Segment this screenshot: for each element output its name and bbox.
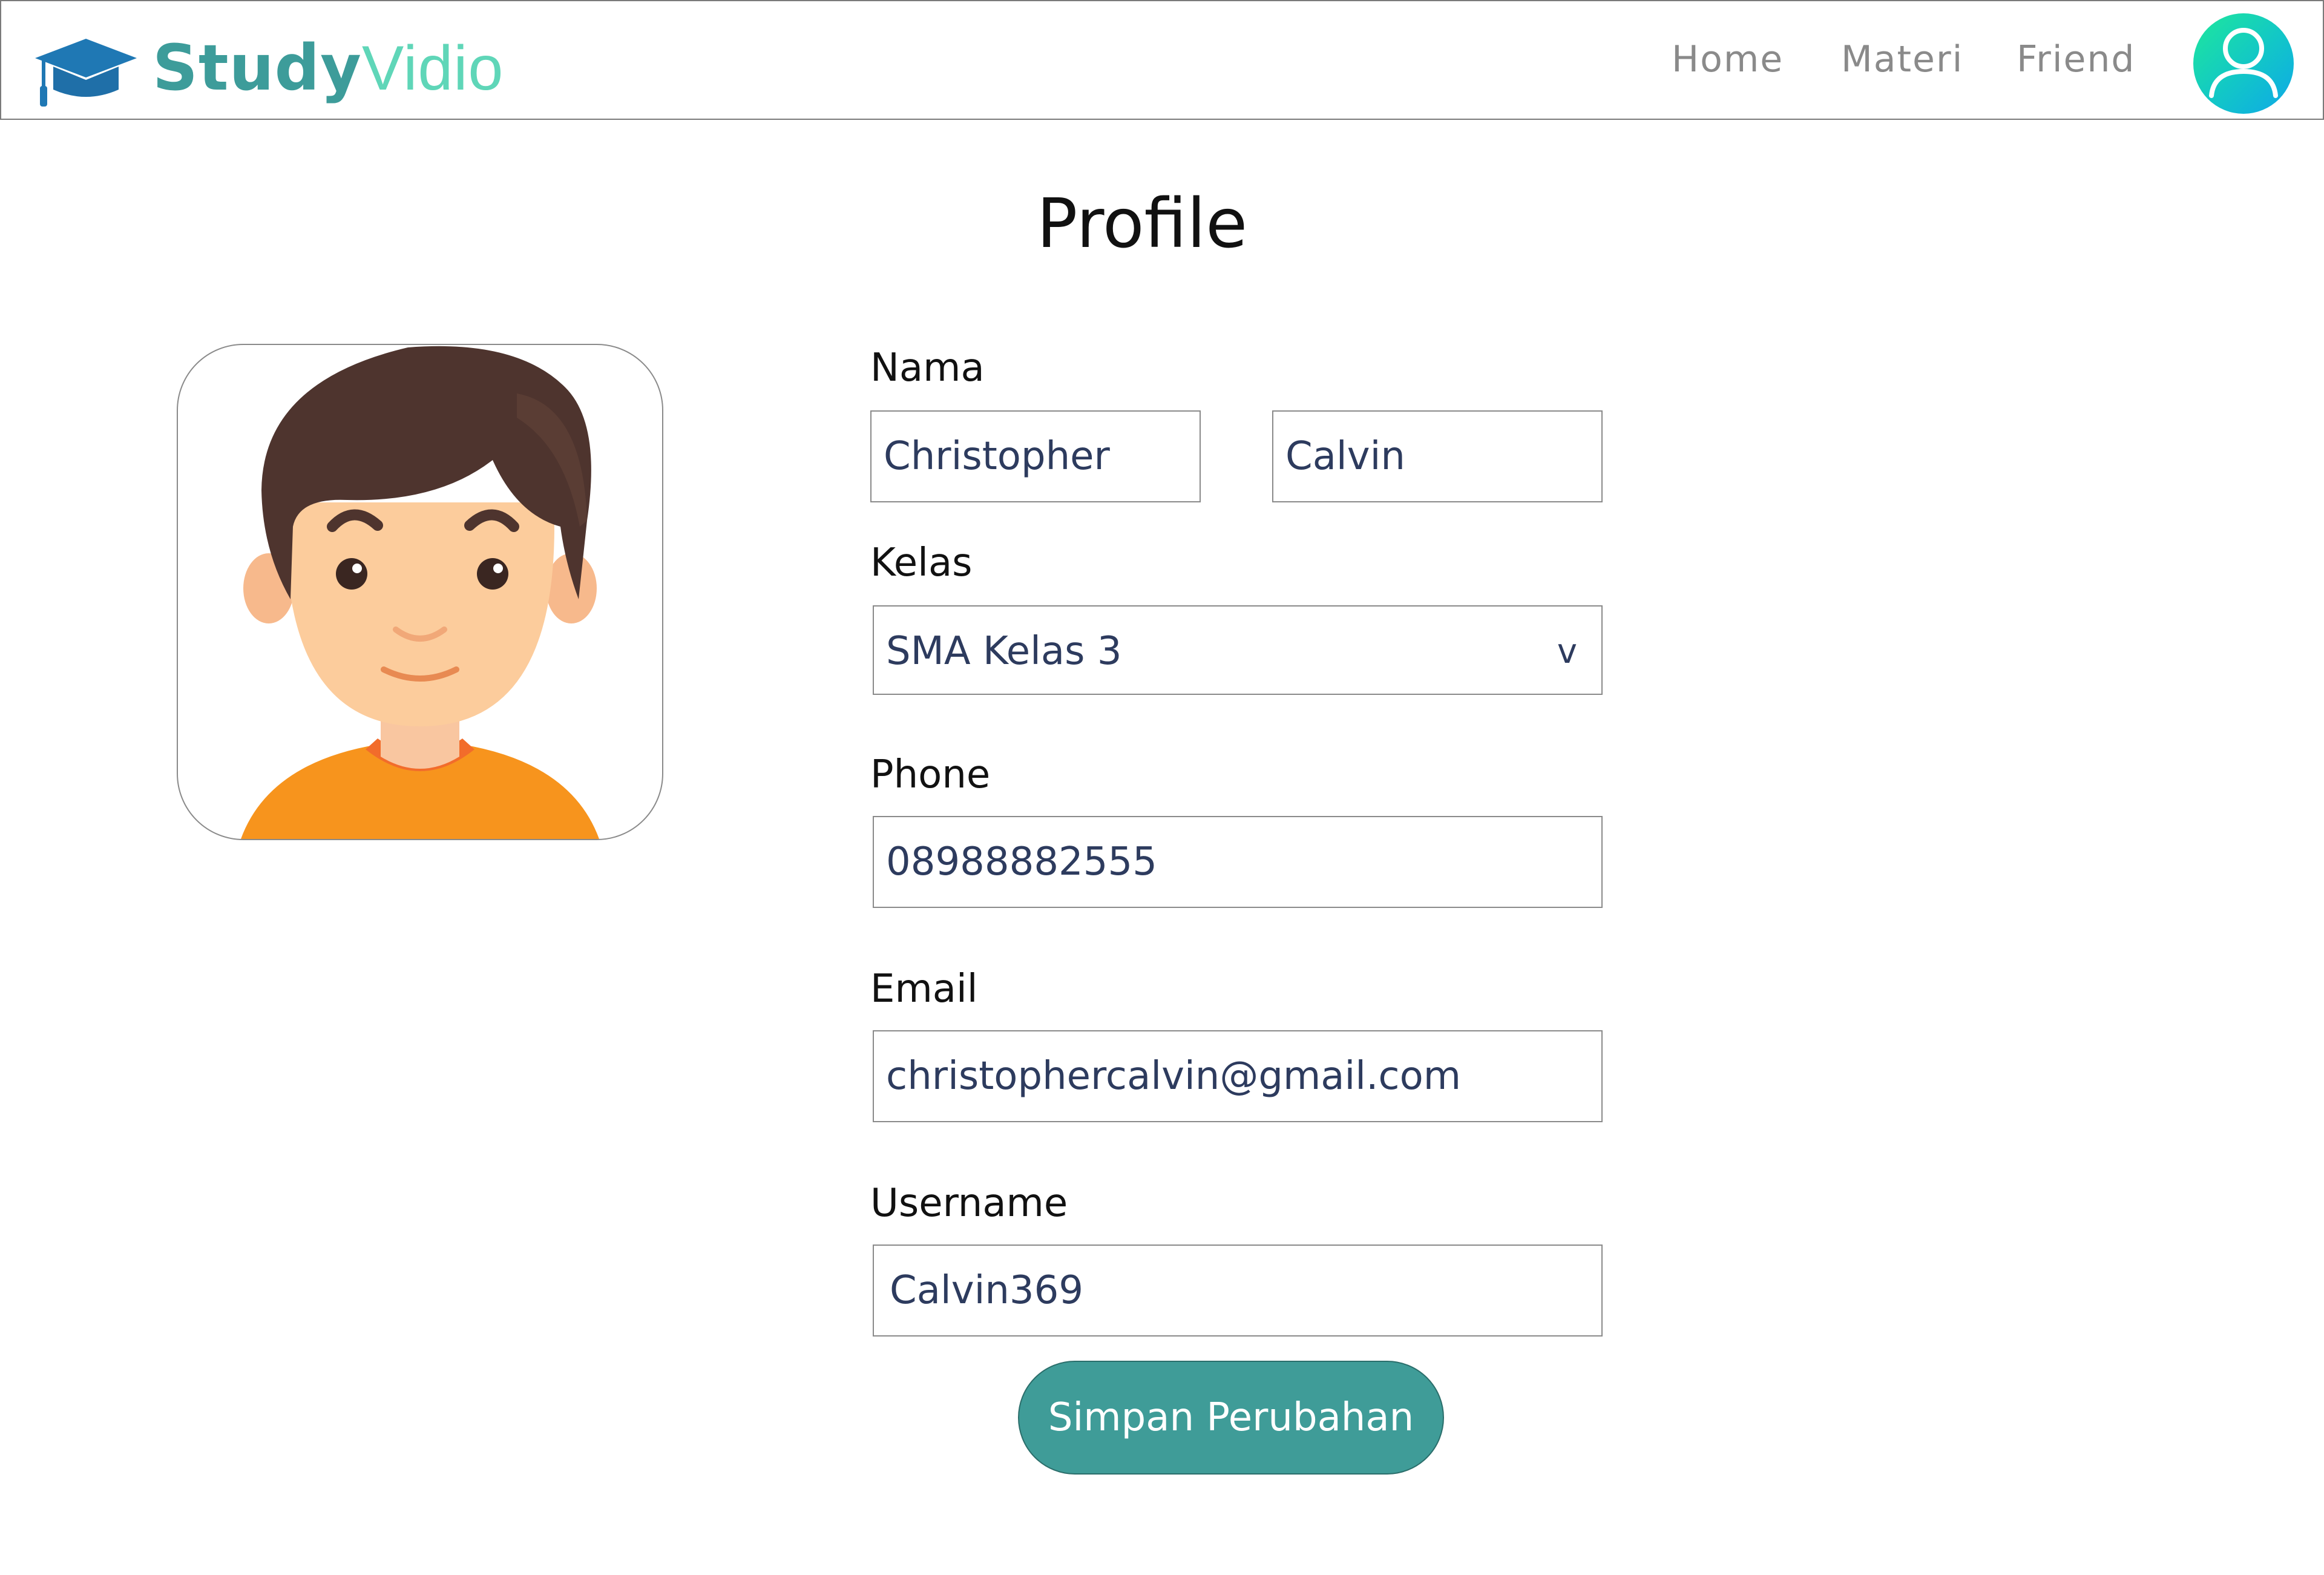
save-changes-button[interactable]: Simpan Perubahan (1018, 1361, 1444, 1475)
brand-logo-link[interactable]: StudyVidio (33, 31, 503, 108)
kelas-selected-value: SMA Kelas 3 (886, 629, 1122, 674)
nama-label: Nama (870, 346, 985, 390)
last-name-field[interactable] (1272, 410, 1603, 502)
kelas-label: Kelas (870, 541, 973, 585)
email-field[interactable] (873, 1030, 1603, 1122)
page-title-text: Profile (1036, 185, 1248, 263)
phone-field[interactable] (873, 816, 1603, 908)
username-field[interactable] (873, 1245, 1603, 1337)
nav-home-link[interactable]: Home (1672, 35, 1784, 84)
boy-avatar-illustration (241, 346, 599, 839)
phone-label: Phone (870, 752, 991, 797)
kelas-select[interactable]: SMA Kelas 3 v (873, 605, 1603, 695)
first-name-field[interactable] (870, 410, 1201, 502)
account-avatar-button[interactable] (2193, 13, 2294, 114)
page-title: Profile (0, 182, 2324, 266)
nav-friend-link[interactable]: Friend (2017, 35, 2136, 84)
brand-name: StudyVidio (153, 31, 504, 105)
brand-name-study: Study (153, 31, 362, 105)
brand-name-vidio: Vidio (361, 33, 504, 104)
profile-page: StudyVidio Home Materi Friend Profile Na… (0, 0, 2324, 1575)
user-avatar-icon (2209, 28, 2278, 98)
nav-materi-link[interactable]: Materi (1841, 35, 1963, 84)
profile-photo[interactable] (177, 344, 663, 840)
username-label: Username (870, 1181, 1068, 1226)
top-navbar: StudyVidio Home Materi Friend (0, 0, 2324, 120)
email-label: Email (870, 967, 978, 1011)
graduation-cap-icon (35, 39, 137, 107)
chevron-down-icon: v (1557, 632, 1577, 671)
